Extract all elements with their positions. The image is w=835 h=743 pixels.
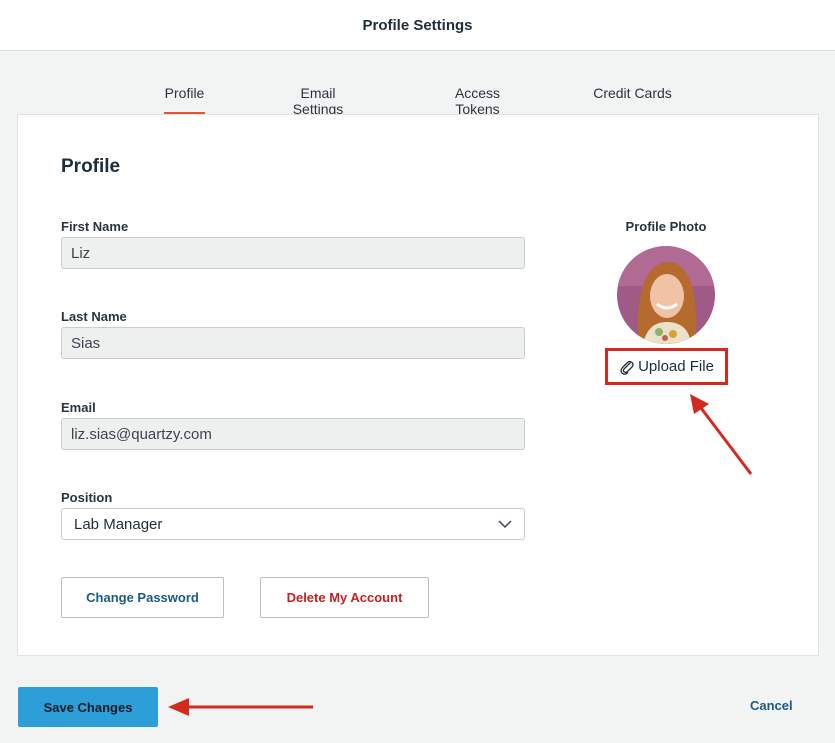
top-bar: Profile Settings: [0, 0, 835, 51]
page-title: Profile Settings: [362, 16, 473, 34]
first-name-field[interactable]: Liz: [61, 237, 525, 269]
first-name-value: Liz: [71, 244, 91, 262]
tab-label: Credit Cards: [593, 85, 672, 101]
position-label: Position: [61, 490, 113, 505]
delete-account-label: Delete My Account: [286, 590, 403, 605]
save-changes-label: Save Changes: [43, 699, 133, 715]
save-changes-button[interactable]: Save Changes: [18, 687, 158, 727]
tab-credit-cards[interactable]: Credit Cards: [593, 76, 672, 115]
profile-photo-label: Profile Photo: [625, 219, 707, 234]
tab-label: Email Settings: [292, 85, 344, 117]
last-name-label: Last Name: [61, 309, 127, 324]
upload-file-label: Upload File: [638, 358, 714, 375]
tab-label: Access Tokens: [454, 85, 501, 117]
first-name-label: First Name: [61, 219, 129, 234]
last-name-value: Sias: [71, 334, 101, 352]
paperclip-icon: [620, 360, 634, 375]
position-select[interactable]: Lab Manager: [61, 508, 525, 540]
email-field[interactable]: liz.sias@quartzy.com: [61, 418, 525, 450]
delete-account-button[interactable]: Delete My Account: [260, 577, 429, 618]
position-value: Lab Manager: [74, 515, 163, 533]
upload-file-button[interactable]: Upload File: [605, 348, 728, 385]
chevron-down-icon: [498, 519, 512, 528]
tab-email-settings[interactable]: Email Settings: [274, 76, 362, 117]
profile-card: Profile First Name Liz Last Name Sias Em…: [17, 114, 819, 656]
email-value: liz.sias@quartzy.com: [71, 425, 212, 443]
cancel-link[interactable]: Cancel: [750, 698, 793, 713]
email-label: Email: [61, 400, 96, 415]
arrow-to-save-icon: [168, 698, 313, 716]
change-password-button[interactable]: Change Password: [61, 577, 224, 618]
tab-label: Profile: [164, 85, 205, 101]
last-name-field[interactable]: Sias: [61, 327, 525, 359]
change-password-label: Change Password: [86, 590, 199, 605]
section-title: Profile: [61, 156, 121, 177]
tab-profile[interactable]: Profile: [164, 76, 205, 115]
tab-access-tokens[interactable]: Access Tokens: [431, 76, 524, 117]
settings-tabs: Profile Email Settings Access Tokens Cre…: [0, 76, 835, 117]
avatar: [617, 246, 715, 344]
